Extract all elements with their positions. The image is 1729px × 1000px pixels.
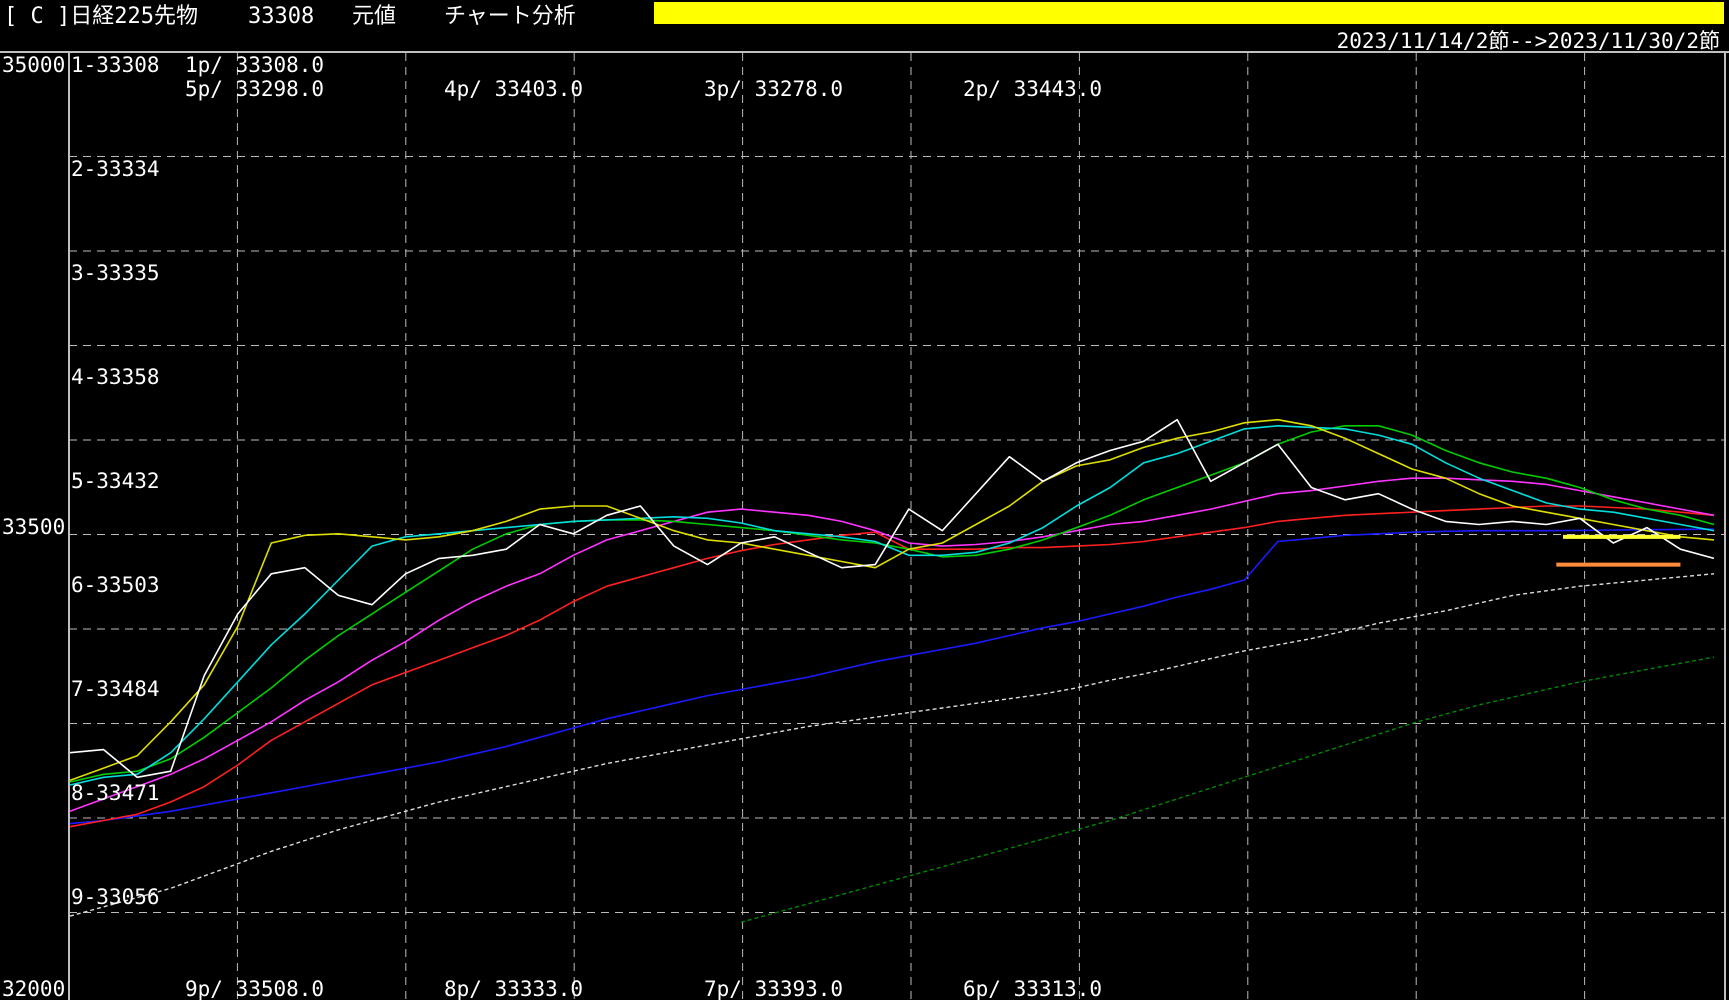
level-label: 2-33334: [71, 157, 160, 181]
stock-chart: [ C ]日経225先物 33308 元値 チャート分析 2023/11/14/…: [0, 2, 1729, 1000]
level-label: 5-33432: [71, 469, 160, 493]
pivot-label: 9p/ 33508.0: [185, 977, 324, 1000]
header-banner: [654, 2, 1724, 24]
y-tick-label: 32000: [2, 977, 65, 1000]
analysis-label: チャート分析: [444, 4, 576, 29]
pivot-label: 5p/ 33298.0: [185, 77, 324, 101]
series-line: [69, 418, 1715, 782]
pivot-label: 1p/ 33308.0: [185, 53, 324, 77]
level-label: 3-33335: [71, 261, 160, 285]
pivot-label: 6p/ 33313.0: [963, 977, 1102, 1000]
level-label: 8-33471: [71, 781, 160, 805]
level-label: 7-33484: [71, 677, 160, 701]
date-range: 2023/11/14/2節-->2023/11/30/2節: [1337, 29, 1720, 53]
instrument-title: [ C ]日経225先物: [4, 4, 198, 29]
pivot-label: 8p/ 33333.0: [444, 977, 583, 1000]
level-label: 4-33358: [71, 365, 160, 389]
pivot-label: 4p/ 33403.0: [444, 77, 583, 101]
pivot-label: 7p/ 33393.0: [704, 977, 843, 1000]
level-label: 1-33308: [71, 53, 160, 77]
level-label: 9-33056: [71, 885, 160, 909]
series-line: [69, 477, 1715, 813]
series-line: [740, 656, 1715, 923]
series-lines: [69, 418, 1715, 923]
pivot-label: 3p/ 33278.0: [704, 77, 843, 101]
current-price: 33308: [248, 4, 314, 29]
y-tick-label: 35000: [2, 53, 65, 77]
pivot-label: 2p/ 33443.0: [963, 77, 1102, 101]
chart-grid: [69, 53, 1725, 1000]
series-line: [69, 573, 1715, 917]
series-line: [69, 528, 1715, 825]
price-mode: 元値: [352, 4, 396, 29]
level-label: 6-33503: [71, 573, 160, 597]
series-line: [69, 505, 1715, 828]
y-tick-label: 33500: [2, 515, 65, 539]
